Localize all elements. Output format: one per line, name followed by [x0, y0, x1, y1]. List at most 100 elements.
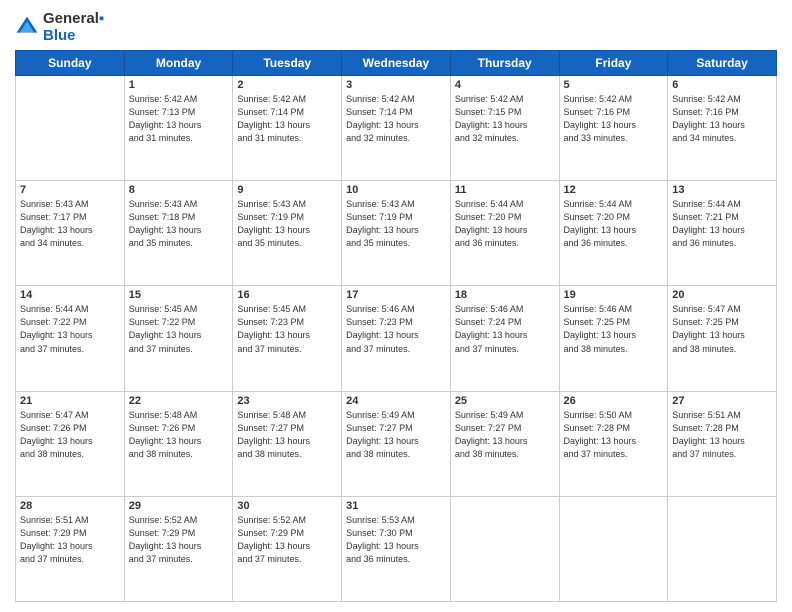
day-number: 27	[672, 395, 772, 407]
day-info: Sunrise: 5:46 AM Sunset: 7:24 PM Dayligh…	[455, 303, 555, 355]
day-cell: 25Sunrise: 5:49 AM Sunset: 7:27 PM Dayli…	[450, 391, 559, 496]
day-info: Sunrise: 5:47 AM Sunset: 7:26 PM Dayligh…	[20, 409, 120, 461]
day-number: 2	[237, 79, 337, 91]
day-number: 8	[129, 184, 229, 196]
day-info: Sunrise: 5:42 AM Sunset: 7:16 PM Dayligh…	[672, 93, 772, 145]
day-info: Sunrise: 5:43 AM Sunset: 7:18 PM Dayligh…	[129, 198, 229, 250]
day-number: 16	[237, 289, 337, 301]
day-cell: 11Sunrise: 5:44 AM Sunset: 7:20 PM Dayli…	[450, 181, 559, 286]
day-number: 12	[564, 184, 664, 196]
day-info: Sunrise: 5:48 AM Sunset: 7:27 PM Dayligh…	[237, 409, 337, 461]
day-number: 6	[672, 79, 772, 91]
day-cell: 27Sunrise: 5:51 AM Sunset: 7:28 PM Dayli…	[668, 391, 777, 496]
day-info: Sunrise: 5:42 AM Sunset: 7:14 PM Dayligh…	[346, 93, 446, 145]
day-info: Sunrise: 5:45 AM Sunset: 7:22 PM Dayligh…	[129, 303, 229, 355]
day-cell	[668, 496, 777, 601]
day-number: 14	[20, 289, 120, 301]
day-cell: 6 Sunrise: 5:42 AM Sunset: 7:16 PM Daylig…	[668, 76, 777, 181]
weekday-header-saturday: Saturday	[668, 51, 777, 76]
day-cell: 9Sunrise: 5:43 AM Sunset: 7:19 PM Daylig…	[233, 181, 342, 286]
day-info: Sunrise: 5:43 AM Sunset: 7:19 PM Dayligh…	[346, 198, 446, 250]
day-number: 25	[455, 395, 555, 407]
day-info: Sunrise: 5:44 AM Sunset: 7:21 PM Dayligh…	[672, 198, 772, 250]
week-row-0: 1 Sunrise: 5:42 AM Sunset: 7:13 PM Daylig…	[16, 76, 777, 181]
day-cell: 22 Sunrise: 5:48 AM Sunset: 7:26 PM Dayli…	[124, 391, 233, 496]
day-info: Sunrise: 5:51 AM Sunset: 7:29 PM Dayligh…	[20, 514, 120, 566]
day-number: 1	[129, 79, 229, 91]
day-number: 5	[564, 79, 664, 91]
weekday-header-thursday: Thursday	[450, 51, 559, 76]
day-info: Sunrise: 5:45 AM Sunset: 7:23 PM Dayligh…	[237, 303, 337, 355]
day-number: 9	[237, 184, 337, 196]
day-cell: 7Sunrise: 5:43 AM Sunset: 7:17 PM Daylig…	[16, 181, 125, 286]
week-row-3: 21 Sunrise: 5:47 AM Sunset: 7:26 PM Dayli…	[16, 391, 777, 496]
day-number: 19	[564, 289, 664, 301]
day-info: Sunrise: 5:42 AM Sunset: 7:15 PM Dayligh…	[455, 93, 555, 145]
day-number: 15	[129, 289, 229, 301]
day-info: Sunrise: 5:46 AM Sunset: 7:23 PM Dayligh…	[346, 303, 446, 355]
day-number: 7	[20, 184, 120, 196]
day-cell	[559, 496, 668, 601]
day-cell: 24 Sunrise: 5:49 AM Sunset: 7:27 PM Dayli…	[342, 391, 451, 496]
day-number: 21	[20, 395, 120, 407]
logo-icon	[15, 15, 39, 39]
day-cell: 15 Sunrise: 5:45 AM Sunset: 7:22 PM Dayli…	[124, 286, 233, 391]
day-cell: 18 Sunrise: 5:46 AM Sunset: 7:24 PM Dayli…	[450, 286, 559, 391]
weekday-header-tuesday: Tuesday	[233, 51, 342, 76]
weekday-header-row: SundayMondayTuesdayWednesdayThursdayFrid…	[16, 51, 777, 76]
day-info: Sunrise: 5:42 AM Sunset: 7:13 PM Dayligh…	[129, 93, 229, 145]
day-cell: 17 Sunrise: 5:46 AM Sunset: 7:23 PM Dayli…	[342, 286, 451, 391]
logo-text: General▪ Blue	[43, 10, 104, 44]
day-number: 10	[346, 184, 446, 196]
day-number: 23	[237, 395, 337, 407]
day-cell: 14 Sunrise: 5:44 AM Sunset: 7:22 PM Dayli…	[16, 286, 125, 391]
day-cell: 2 Sunrise: 5:42 AM Sunset: 7:14 PM Daylig…	[233, 76, 342, 181]
week-row-1: 7Sunrise: 5:43 AM Sunset: 7:17 PM Daylig…	[16, 181, 777, 286]
day-number: 28	[20, 500, 120, 512]
day-cell: 20Sunrise: 5:47 AM Sunset: 7:25 PM Dayli…	[668, 286, 777, 391]
day-number: 26	[564, 395, 664, 407]
day-cell: 12 Sunrise: 5:44 AM Sunset: 7:20 PM Dayli…	[559, 181, 668, 286]
day-number: 4	[455, 79, 555, 91]
day-info: Sunrise: 5:42 AM Sunset: 7:14 PM Dayligh…	[237, 93, 337, 145]
day-info: Sunrise: 5:44 AM Sunset: 7:20 PM Dayligh…	[455, 198, 555, 250]
calendar-table: SundayMondayTuesdayWednesdayThursdayFrid…	[15, 50, 777, 602]
day-info: Sunrise: 5:44 AM Sunset: 7:20 PM Dayligh…	[564, 198, 664, 250]
day-info: Sunrise: 5:52 AM Sunset: 7:29 PM Dayligh…	[129, 514, 229, 566]
logo: General▪ Blue	[15, 10, 104, 44]
weekday-header-sunday: Sunday	[16, 51, 125, 76]
day-cell: 26Sunrise: 5:50 AM Sunset: 7:28 PM Dayli…	[559, 391, 668, 496]
day-number: 17	[346, 289, 446, 301]
week-row-4: 28 Sunrise: 5:51 AM Sunset: 7:29 PM Dayli…	[16, 496, 777, 601]
weekday-header-monday: Monday	[124, 51, 233, 76]
day-info: Sunrise: 5:52 AM Sunset: 7:29 PM Dayligh…	[237, 514, 337, 566]
day-cell: 8 Sunrise: 5:43 AM Sunset: 7:18 PM Daylig…	[124, 181, 233, 286]
page: General▪ Blue SundayMondayTuesdayWednesd…	[0, 0, 792, 612]
day-info: Sunrise: 5:49 AM Sunset: 7:27 PM Dayligh…	[346, 409, 446, 461]
day-cell: 10 Sunrise: 5:43 AM Sunset: 7:19 PM Dayli…	[342, 181, 451, 286]
day-info: Sunrise: 5:47 AM Sunset: 7:25 PM Dayligh…	[672, 303, 772, 355]
day-number: 3	[346, 79, 446, 91]
day-cell	[16, 76, 125, 181]
day-number: 22	[129, 395, 229, 407]
weekday-header-wednesday: Wednesday	[342, 51, 451, 76]
day-cell: 31Sunrise: 5:53 AM Sunset: 7:30 PM Dayli…	[342, 496, 451, 601]
day-cell: 19 Sunrise: 5:46 AM Sunset: 7:25 PM Dayli…	[559, 286, 668, 391]
day-info: Sunrise: 5:42 AM Sunset: 7:16 PM Dayligh…	[564, 93, 664, 145]
day-cell: 16 Sunrise: 5:45 AM Sunset: 7:23 PM Dayli…	[233, 286, 342, 391]
header: General▪ Blue	[15, 10, 777, 44]
day-cell: 23 Sunrise: 5:48 AM Sunset: 7:27 PM Dayli…	[233, 391, 342, 496]
day-cell: 30 Sunrise: 5:52 AM Sunset: 7:29 PM Dayli…	[233, 496, 342, 601]
day-info: Sunrise: 5:53 AM Sunset: 7:30 PM Dayligh…	[346, 514, 446, 566]
day-number: 24	[346, 395, 446, 407]
day-number: 30	[237, 500, 337, 512]
day-cell: 3 Sunrise: 5:42 AM Sunset: 7:14 PM Daylig…	[342, 76, 451, 181]
day-cell: 21 Sunrise: 5:47 AM Sunset: 7:26 PM Dayli…	[16, 391, 125, 496]
weekday-header-friday: Friday	[559, 51, 668, 76]
day-number: 18	[455, 289, 555, 301]
day-info: Sunrise: 5:48 AM Sunset: 7:26 PM Dayligh…	[129, 409, 229, 461]
day-cell: 4 Sunrise: 5:42 AM Sunset: 7:15 PM Daylig…	[450, 76, 559, 181]
day-cell: 29Sunrise: 5:52 AM Sunset: 7:29 PM Dayli…	[124, 496, 233, 601]
day-info: Sunrise: 5:44 AM Sunset: 7:22 PM Dayligh…	[20, 303, 120, 355]
day-info: Sunrise: 5:46 AM Sunset: 7:25 PM Dayligh…	[564, 303, 664, 355]
